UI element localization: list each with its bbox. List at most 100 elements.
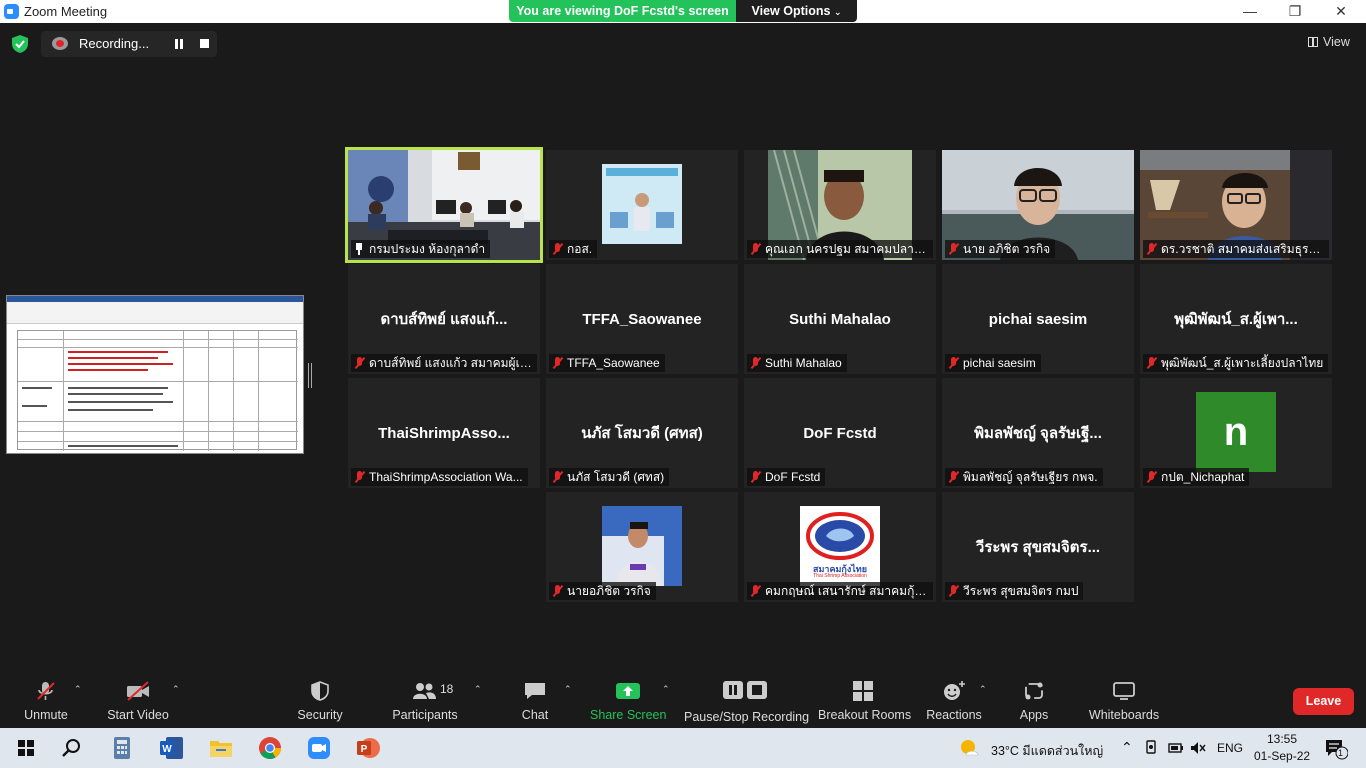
- pause-stop-icon: [723, 681, 767, 699]
- clock-date[interactable]: 01-Sep-22: [1254, 749, 1310, 763]
- whiteboard-icon: [1113, 682, 1135, 700]
- whiteboards-label: Whiteboards: [1088, 708, 1160, 722]
- participant-tile[interactable]: กรมประมง ห้องกุลาดำ: [345, 147, 543, 263]
- meeting-tray-icon[interactable]: [1144, 740, 1158, 756]
- participant-name: นภัส โสมวดี (ศทส): [567, 470, 665, 484]
- video-options-caret[interactable]: ⌃: [172, 684, 180, 694]
- chrome-app-icon[interactable]: [256, 734, 284, 762]
- security-shield-icon[interactable]: [12, 35, 28, 53]
- share-screen-icon: [616, 683, 640, 699]
- unmute-label: Unmute: [24, 708, 68, 722]
- microphone-muted-icon: [751, 243, 760, 255]
- participants-label: Participants: [392, 708, 458, 722]
- document-table: [17, 330, 298, 451]
- shared-screen-thumbnail[interactable]: [6, 295, 304, 454]
- chat-options-caret[interactable]: ⌃: [564, 684, 572, 694]
- share-options-caret[interactable]: ⌃: [662, 684, 670, 694]
- participant-tile[interactable]: นาย อภิชิต วรกิจ: [942, 150, 1134, 260]
- participant-name: คุณเอก นครปฐม สมาคมปลากัด: [765, 242, 929, 256]
- microphone-muted-icon: [949, 357, 958, 369]
- file-explorer-icon[interactable]: [207, 734, 235, 762]
- microphone-muted-icon: [553, 585, 562, 597]
- participant-name: พิมลพัชญ์ จุลรัษเฐียร กพจ.: [963, 470, 1098, 484]
- participant-tile[interactable]: นภัส โสมวดี (ศทส) นภัส โสมวดี (ศทส): [546, 378, 738, 488]
- restore-button[interactable]: ❐: [1272, 0, 1318, 23]
- word-app-icon[interactable]: W: [158, 734, 186, 762]
- apps-icon: [1025, 682, 1043, 700]
- pause-recording-icon[interactable]: [174, 39, 184, 49]
- participant-tile[interactable]: ดาบส์ทิพย์ แสงแก้... ดาบส์ทิพย์ แสงแก้ว ส…: [348, 264, 540, 374]
- window-title: Zoom Meeting: [24, 4, 108, 19]
- audio-options-caret[interactable]: ⌃: [74, 684, 82, 694]
- reactions-options-caret[interactable]: ⌃: [979, 684, 987, 694]
- participant-name-tag: พิมลพัชญ์ จุลรัษเฐียร กพจ.: [945, 468, 1103, 486]
- participant-tile[interactable]: Suthi Mahalao Suthi Mahalao: [744, 264, 936, 374]
- weather-text[interactable]: 33°C มีแดดส่วนใหญ่: [991, 741, 1103, 761]
- participant-tile[interactable]: กอส.: [546, 150, 738, 260]
- participant-tile[interactable]: pichai saesim pichai saesim: [942, 264, 1134, 374]
- pin-icon: [355, 243, 363, 255]
- svg-text:W: W: [162, 744, 172, 755]
- clock-time[interactable]: 13:55: [1267, 732, 1297, 746]
- weather-sun-icon[interactable]: [958, 737, 982, 759]
- participant-tile[interactable]: ThaiShrimpAsso... ThaiShrimpAssociation W…: [348, 378, 540, 488]
- participant-tile[interactable]: คุณเอก นครปฐม สมาคมปลากัด: [744, 150, 936, 260]
- battery-icon[interactable]: [1167, 740, 1185, 756]
- breakout-rooms-icon: [853, 681, 873, 701]
- chevron-up-icon[interactable]: ⌃: [1121, 739, 1133, 756]
- pause-stop-recording-label: Pause/Stop Recording: [684, 710, 810, 724]
- pause-stop-recording-button[interactable]: Pause/Stop Recording: [684, 676, 810, 728]
- participant-tile[interactable]: พิมลพัชญ์ จุลรัษเฐี... พิมลพัชญ์ จุลรัษเฐ…: [942, 378, 1134, 488]
- minimize-button[interactable]: —: [1227, 0, 1273, 23]
- participants-button[interactable]: 18 Participants: [390, 676, 460, 728]
- stop-recording-icon[interactable]: [200, 39, 209, 48]
- breakout-rooms-button[interactable]: Breakout Rooms: [818, 676, 911, 728]
- participant-name-tag: คมกฤษณ์ เสนารักษ์ สมาคมกุ้งไทย: [747, 582, 933, 600]
- participant-tile[interactable]: ดร.วรชาติ สมาคมส่งเสริมธุรกิจเ...: [1140, 150, 1332, 260]
- participant-tile[interactable]: สมาคมกุ้งไทย Thai Shrimp Association คมกฤษ…: [744, 492, 936, 602]
- volume-muted-icon[interactable]: [1190, 740, 1206, 756]
- whiteboards-button[interactable]: Whiteboards: [1086, 676, 1162, 728]
- security-button[interactable]: Security: [292, 676, 348, 728]
- powerpoint-app-icon[interactable]: P: [354, 734, 382, 762]
- search-icon[interactable]: [58, 734, 86, 762]
- input-language[interactable]: ENG: [1217, 741, 1243, 755]
- apps-button[interactable]: Apps: [1014, 676, 1054, 728]
- notification-center-icon[interactable]: [1324, 738, 1348, 760]
- security-label: Security: [297, 708, 343, 722]
- view-layout-button[interactable]: View: [1308, 35, 1350, 49]
- chat-button[interactable]: Chat: [512, 676, 558, 728]
- participant-tile[interactable]: พุฒิพัฒน์_ส.ผู้เพา... พุฒิพัฒน์_ส.ผู้เพาะ…: [1140, 264, 1332, 374]
- start-video-button[interactable]: Start Video: [104, 676, 172, 728]
- participant-name-tag: DoF Fcstd: [747, 468, 826, 486]
- meeting-controls: Unmute ⌃ Start Video ⌃ Security 18 Parti…: [0, 676, 1366, 728]
- leave-button[interactable]: Leave: [1293, 688, 1354, 715]
- windows-taskbar: W P 33°C มีแดดส่วนใหญ่ ⌃ ENG 13:55 01-Se…: [0, 728, 1366, 768]
- participant-name: กอส.: [567, 242, 593, 256]
- zoom-taskbar-icon[interactable]: [305, 734, 333, 762]
- microphone-muted-icon: [751, 585, 760, 597]
- meeting-area: Recording... View กรมประมง ห้องกุลาดำ กอ…: [0, 23, 1366, 676]
- panel-splitter-handle[interactable]: [308, 363, 312, 388]
- share-screen-button[interactable]: Share Screen: [590, 676, 666, 728]
- microphone-muted-icon: [1147, 357, 1156, 369]
- participants-icon: [413, 683, 436, 699]
- participants-count: 18: [440, 682, 454, 696]
- participant-tile[interactable]: TFFA_Saowanee TFFA_Saowanee: [546, 264, 738, 374]
- participant-avatar: n: [1196, 392, 1276, 472]
- close-button[interactable]: ✕: [1318, 0, 1364, 23]
- participants-options-caret[interactable]: ⌃: [474, 684, 482, 694]
- windows-start-icon[interactable]: [12, 734, 40, 762]
- share-screen-label: Share Screen: [590, 708, 667, 722]
- participant-tile[interactable]: n กปต_Nichaphat: [1140, 378, 1332, 488]
- participant-name-tag: กอส.: [549, 240, 598, 258]
- view-options-button[interactable]: View Options ⌄: [736, 0, 857, 22]
- participant-tile[interactable]: DoF Fcstd DoF Fcstd: [744, 378, 936, 488]
- reactions-button[interactable]: Reactions: [926, 676, 982, 728]
- participant-name-tag: พุฒิพัฒน์_ส.ผู้เพาะเลี้ยงปลาไทย: [1143, 354, 1329, 372]
- participant-tile[interactable]: นายอภิชิต วรกิจ: [546, 492, 738, 602]
- unmute-button[interactable]: Unmute: [18, 676, 74, 728]
- participant-name: ดร.วรชาติ สมาคมส่งเสริมธุรกิจเ...: [1161, 242, 1329, 256]
- participant-tile[interactable]: วีระพร สุขสมจิตร... วีระพร สุขสมจิตร กมป: [942, 492, 1134, 602]
- calculator-app-icon[interactable]: [108, 734, 136, 762]
